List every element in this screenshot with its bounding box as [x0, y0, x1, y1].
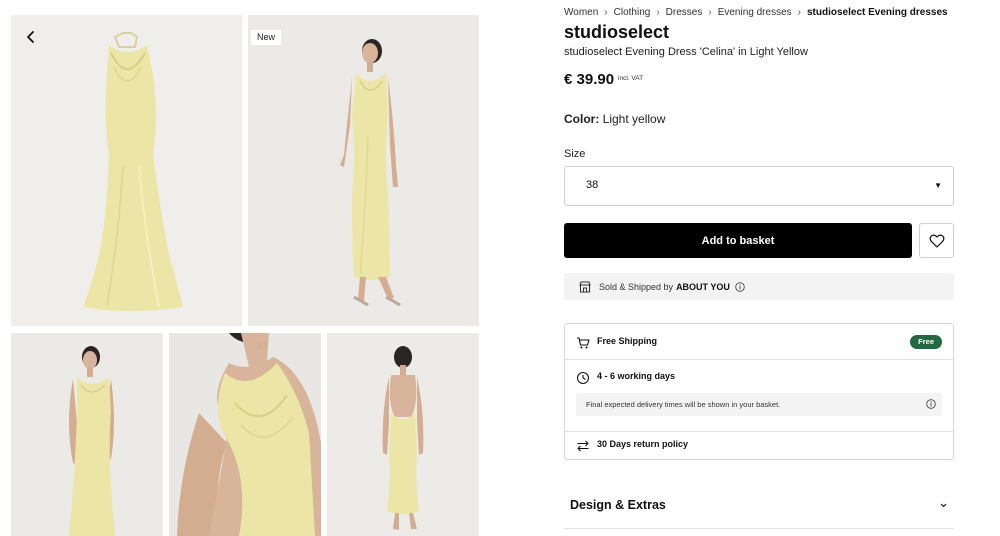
return-policy: 30 Days return policy	[597, 439, 689, 449]
breadcrumb-item-clothing[interactable]: Clothing	[614, 7, 651, 18]
size-selected-value: 38	[586, 179, 599, 191]
chevron-left-icon	[27, 31, 34, 43]
caret-down-icon: ▼	[934, 181, 942, 190]
design-extras-accordion[interactable]: Design & Extras	[564, 487, 954, 529]
seller-name: ABOUT YOU	[676, 281, 730, 292]
chevron-down-icon	[939, 501, 948, 510]
brand-name[interactable]: studioselect	[564, 22, 669, 43]
return-policy-row: 30 Days return policy	[565, 432, 953, 460]
product-image-model-three-quarter[interactable]	[11, 333, 163, 536]
color-info: Color: Light yellow	[564, 112, 665, 126]
delivery-note: Final expected delivery times will be sh…	[576, 393, 942, 416]
delivery-note-text: Final expected delivery times will be sh…	[586, 400, 781, 409]
color-value: Light yellow	[602, 112, 666, 126]
product-image-model-back[interactable]	[327, 333, 479, 536]
info-icon[interactable]	[735, 281, 745, 292]
wishlist-button[interactable]	[919, 223, 954, 258]
breadcrumb-item-women[interactable]: Women	[564, 7, 598, 18]
new-badge: New	[251, 30, 282, 45]
product-image-model-front[interactable]	[248, 15, 479, 326]
product-image-neckline-closeup[interactable]	[169, 333, 321, 536]
product-title: studioselect Evening Dress 'Celina' in L…	[564, 46, 808, 58]
free-badge: Free	[910, 335, 942, 349]
info-icon[interactable]	[926, 399, 936, 409]
cart-icon	[576, 336, 590, 350]
clock-icon	[576, 371, 590, 385]
heart-icon	[929, 234, 944, 248]
product-image-flat-lay[interactable]	[11, 15, 242, 326]
breadcrumb-item-dresses[interactable]: Dresses	[666, 7, 703, 18]
size-label: Size	[564, 148, 586, 160]
breadcrumb-separator: ›	[656, 7, 660, 18]
price-vat-note: incl. VAT	[618, 75, 644, 82]
breadcrumb-separator: ›	[708, 7, 712, 18]
return-arrows-icon	[576, 439, 590, 453]
price-value: € 39.90	[564, 71, 615, 88]
breadcrumb-separator: ›	[604, 7, 608, 18]
breadcrumb-separator: ›	[797, 7, 801, 18]
accordion-title: Design & Extras	[570, 498, 666, 512]
add-to-basket-button[interactable]: Add to basket	[564, 223, 912, 258]
price: € 39.90 incl. VAT	[564, 71, 643, 88]
delivery-time-row: 4 - 6 working days Final expected delive…	[565, 360, 953, 432]
color-label: Color:	[564, 112, 600, 126]
breadcrumb: Women › Clothing › Dresses › Evening dre…	[564, 7, 948, 18]
store-icon	[578, 280, 592, 294]
free-shipping-label: Free Shipping	[597, 336, 658, 346]
back-button[interactable]	[20, 26, 42, 48]
delivery-time: 4 - 6 working days	[597, 371, 676, 381]
seller-label: Sold & Shipped by	[599, 281, 674, 292]
size-select[interactable]: 38 ▼	[564, 166, 954, 206]
breadcrumb-item-evening-dresses[interactable]: Evening dresses	[718, 7, 792, 18]
free-shipping-row: Free Shipping Free	[565, 324, 953, 360]
shipping-info-box: Free Shipping Free 4 - 6 working days Fi…	[564, 323, 954, 460]
seller-info: Sold & Shipped by ABOUT YOU	[564, 273, 954, 300]
breadcrumb-current[interactable]: studioselect Evening dresses	[807, 7, 948, 18]
